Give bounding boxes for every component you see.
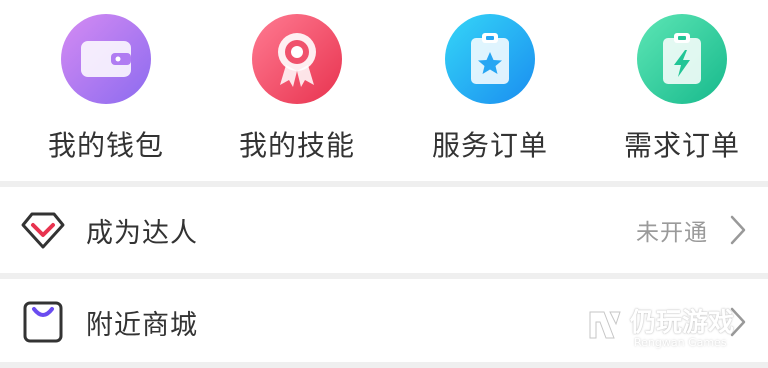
diamond-icon xyxy=(18,205,68,255)
feature-grid: 我的钱包 我的技能 服务订单 需求订单 xyxy=(0,0,768,182)
chevron-right-icon xyxy=(726,302,750,342)
badge-icon xyxy=(252,14,342,104)
wallet-icon xyxy=(61,14,151,104)
service-order-icon xyxy=(445,14,535,104)
demand-orders-button[interactable]: 需求订单 xyxy=(607,14,757,174)
demand-order-icon xyxy=(637,14,727,104)
service-orders-button[interactable]: 服务订单 xyxy=(415,14,565,174)
nearby-mall-row[interactable]: 附近商城 xyxy=(0,279,768,365)
nearby-mall-label: 附近商城 xyxy=(86,309,198,341)
shopping-bag-icon xyxy=(18,297,68,347)
my-skills-label: 我的技能 xyxy=(238,129,355,162)
section-divider xyxy=(0,362,768,368)
my-wallet-label: 我的钱包 xyxy=(47,129,164,162)
demand-orders-label: 需求订单 xyxy=(623,129,740,162)
service-orders-label: 服务订单 xyxy=(431,129,548,162)
become-expert-label: 成为达人 xyxy=(86,217,198,249)
my-wallet-button[interactable]: 我的钱包 xyxy=(31,14,181,174)
expert-status-text: 未开通 xyxy=(636,220,708,246)
chevron-right-icon xyxy=(726,210,750,250)
my-skills-button[interactable]: 我的技能 xyxy=(222,14,372,174)
become-expert-row[interactable]: 成为达人 未开通 xyxy=(0,187,768,273)
